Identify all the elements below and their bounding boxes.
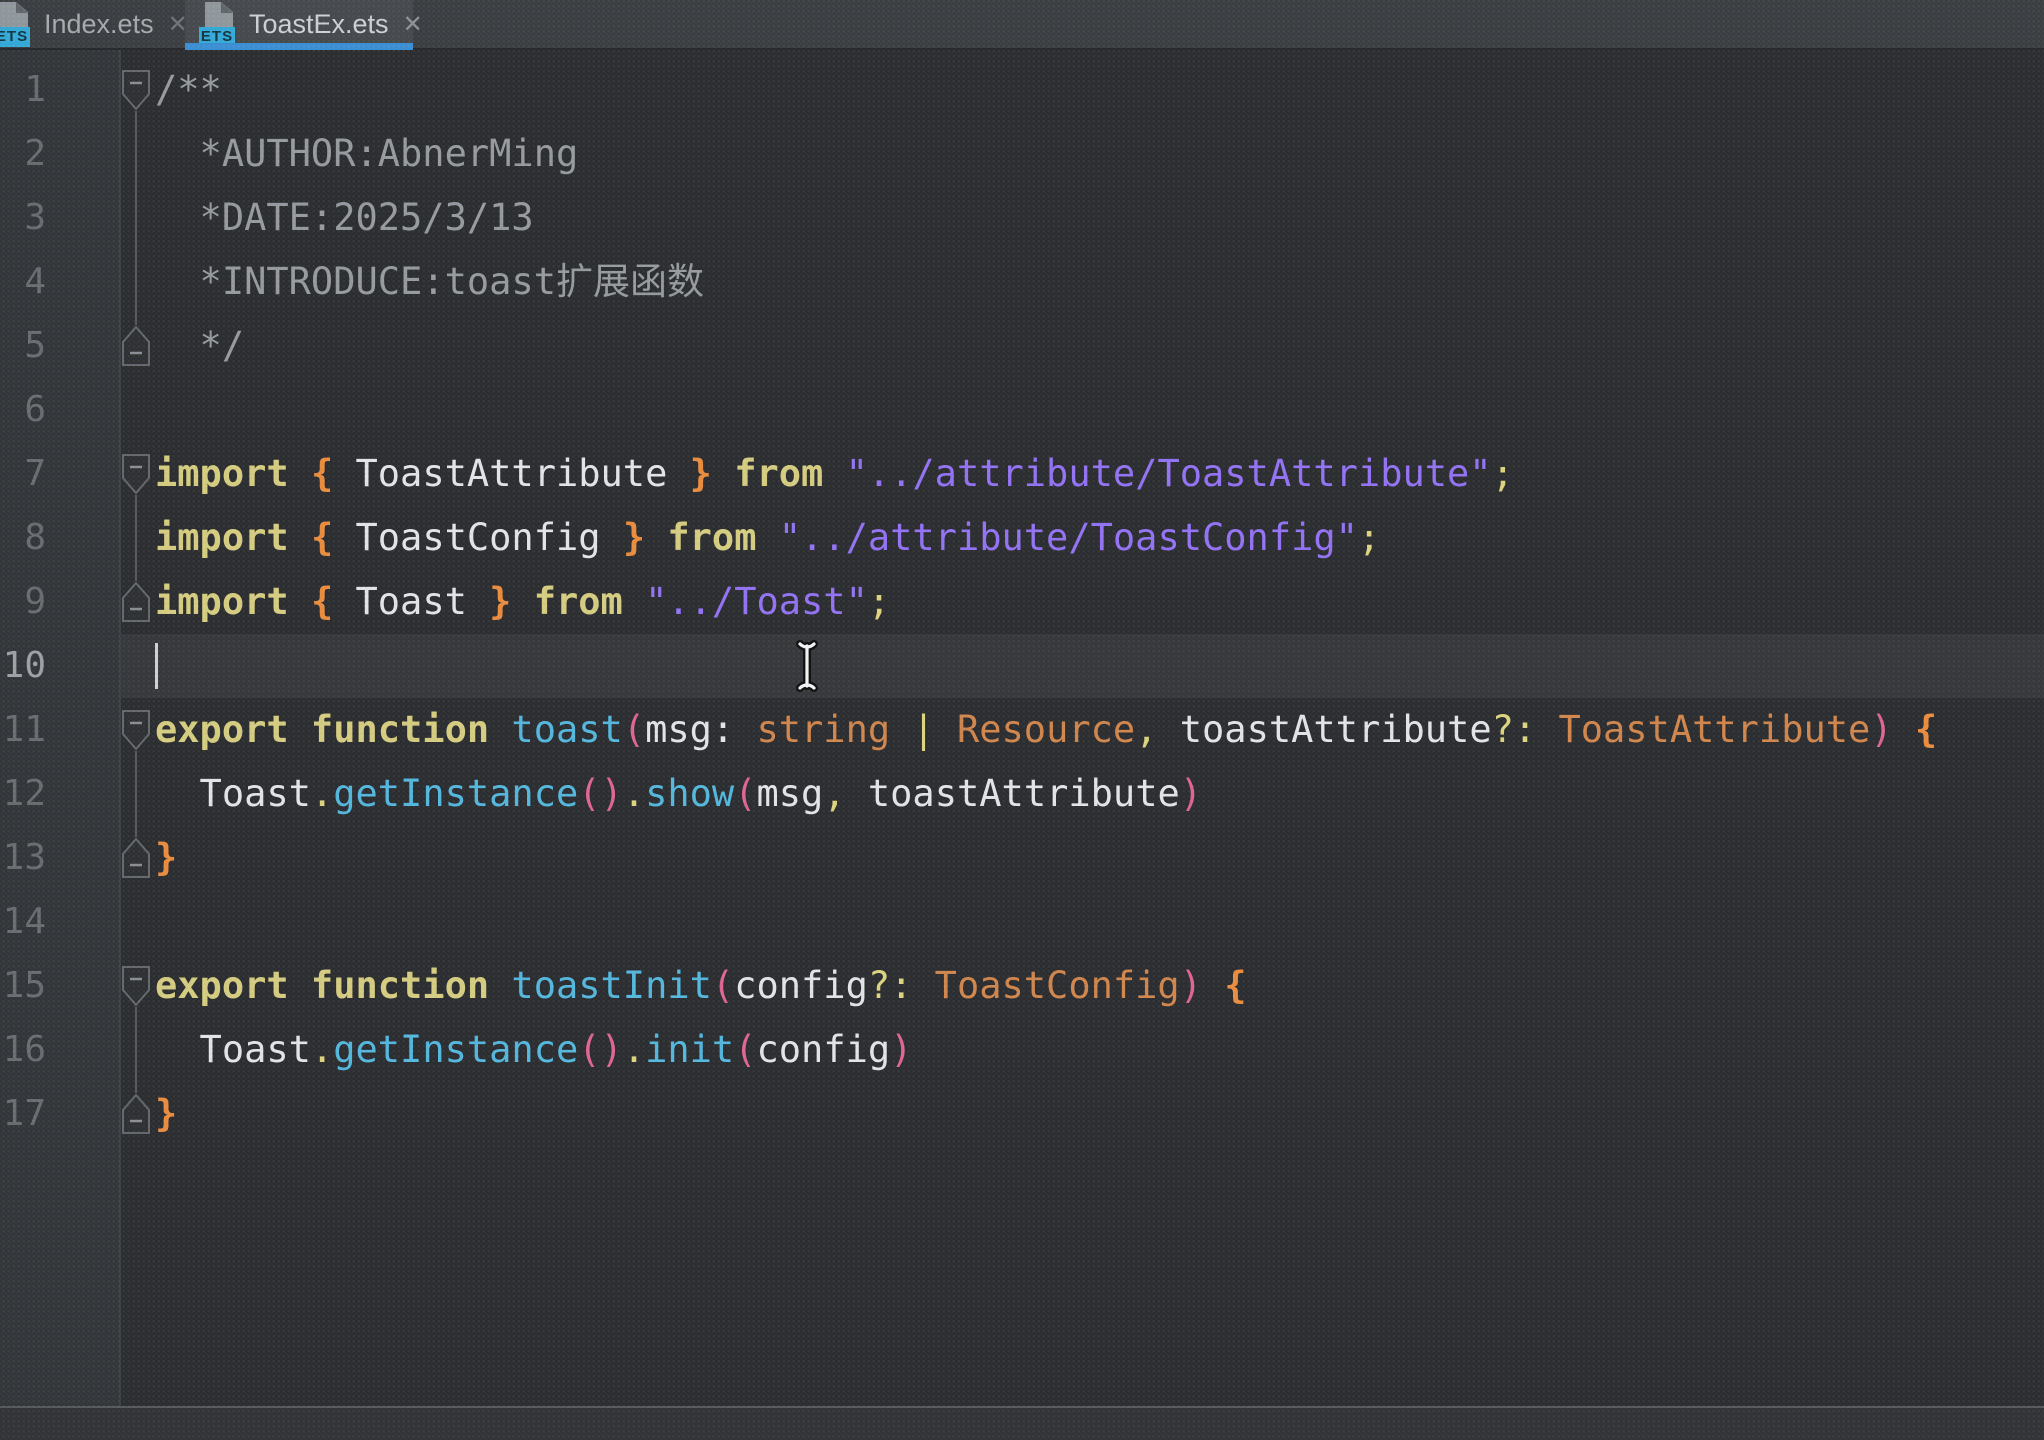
fold-region-line <box>135 1007 137 1093</box>
tab-index-ets[interactable]: ETS Index.ets ✕ <box>0 0 185 48</box>
code-editor[interactable]: 1/**2 *AUTHOR:AbnerMing3 *DATE:2025/3/13… <box>0 50 2044 1406</box>
status-bar <box>0 1406 2044 1440</box>
line-number: 11 <box>0 698 46 762</box>
tab-label: ToastEx.ets <box>249 9 389 40</box>
line-number: 13 <box>0 826 46 890</box>
code-text: *INTRODUCE:toast扩展函数 <box>155 250 704 314</box>
line-number: 7 <box>0 442 46 506</box>
code-line-6[interactable]: 6 <box>0 378 2044 442</box>
code-line-15[interactable]: 15 export function toastInit(config?: Toa… <box>0 954 2044 1018</box>
code-line-8[interactable]: 8 import { ToastConfig } from "../attribu… <box>0 506 2044 570</box>
line-number: 5 <box>0 314 46 378</box>
fold-region-line <box>135 111 137 325</box>
line-number: 14 <box>0 890 46 954</box>
code-text: *AUTHOR:AbnerMing <box>155 122 578 186</box>
ets-file-icon: ETS <box>0 1 32 47</box>
code-text: export function toastInit(config?: Toast… <box>155 954 1247 1018</box>
ibeam-cursor-icon <box>794 638 820 698</box>
code-line-10[interactable]: 10 <box>0 634 2044 698</box>
code-line-14[interactable]: 14 <box>0 890 2044 954</box>
active-tab-indicator <box>185 43 413 50</box>
line-number: 8 <box>0 506 46 570</box>
editor-tab-bar: ETS Index.ets ✕ ETS ToastEx.ets ✕ <box>0 0 2044 50</box>
close-tab-icon[interactable]: ✕ <box>401 10 425 39</box>
line-number: 6 <box>0 378 46 442</box>
code-line-17[interactable]: 17} <box>0 1082 2044 1146</box>
fold-end-marker-icon[interactable] <box>121 581 151 623</box>
fold-region-line <box>135 751 137 837</box>
fold-end-marker-icon[interactable] <box>121 325 151 367</box>
code-text: /** <box>155 58 222 122</box>
code-line-5[interactable]: 5 */ <box>0 314 2044 378</box>
line-number: 9 <box>0 570 46 634</box>
line-number: 12 <box>0 762 46 826</box>
line-number: 16 <box>0 1018 46 1082</box>
code-line-1[interactable]: 1 /** <box>0 58 2044 122</box>
ets-file-icon: ETS <box>199 1 237 47</box>
ets-badge: ETS <box>0 27 30 47</box>
code-line-11[interactable]: 11 export function toast(msg: string | Re… <box>0 698 2044 762</box>
line-number: 2 <box>0 122 46 186</box>
code-line-12[interactable]: 12 Toast.getInstance().show(msg, toastAt… <box>0 762 2044 826</box>
fold-start-marker-icon[interactable] <box>121 453 151 495</box>
fold-start-marker-icon[interactable] <box>121 69 151 111</box>
text-caret <box>155 643 158 689</box>
line-number: 1 <box>0 58 46 122</box>
code-text: *DATE:2025/3/13 <box>155 186 534 250</box>
code-text: } <box>155 826 177 890</box>
code-line-16[interactable]: 16 Toast.getInstance().init(config) <box>0 1018 2044 1082</box>
fold-start-marker-icon[interactable] <box>121 709 151 751</box>
code-line-2[interactable]: 2 *AUTHOR:AbnerMing <box>0 122 2044 186</box>
fold-end-marker-icon[interactable] <box>121 837 151 879</box>
code-line-13[interactable]: 13} <box>0 826 2044 890</box>
code-text: Toast.getInstance().show(msg, toastAttri… <box>155 762 1202 826</box>
fold-region-line <box>135 495 137 581</box>
code-text: import { Toast } from "../Toast"; <box>155 570 890 634</box>
tab-toastex-ets[interactable]: ETS ToastEx.ets ✕ <box>185 0 413 48</box>
code-line-3[interactable]: 3 *DATE:2025/3/13 <box>0 186 2044 250</box>
fold-start-marker-icon[interactable] <box>121 965 151 1007</box>
ide-window: ETS Index.ets ✕ ETS ToastEx.ets ✕ 1 /**2 … <box>0 0 2044 1440</box>
code-line-7[interactable]: 7 import { ToastAttribute } from "../attr… <box>0 442 2044 506</box>
line-number: 3 <box>0 186 46 250</box>
code-text: Toast.getInstance().init(config) <box>155 1018 912 1082</box>
code-line-9[interactable]: 9 import { Toast } from "../Toast"; <box>0 570 2044 634</box>
code-text: } <box>155 1082 177 1146</box>
code-text: import { ToastAttribute } from "../attri… <box>155 442 1514 506</box>
code-text: import { ToastConfig } from "../attribut… <box>155 506 1380 570</box>
line-number: 4 <box>0 250 46 314</box>
line-number: 17 <box>0 1082 46 1146</box>
code-text: */ <box>155 314 244 378</box>
code-text: export function toast(msg: string | Reso… <box>155 698 1937 762</box>
line-number: 10 <box>0 634 46 698</box>
tab-label: Index.ets <box>44 9 154 40</box>
line-number: 15 <box>0 954 46 1018</box>
code-line-4[interactable]: 4 *INTRODUCE:toast扩展函数 <box>0 250 2044 314</box>
fold-end-marker-icon[interactable] <box>121 1093 151 1135</box>
